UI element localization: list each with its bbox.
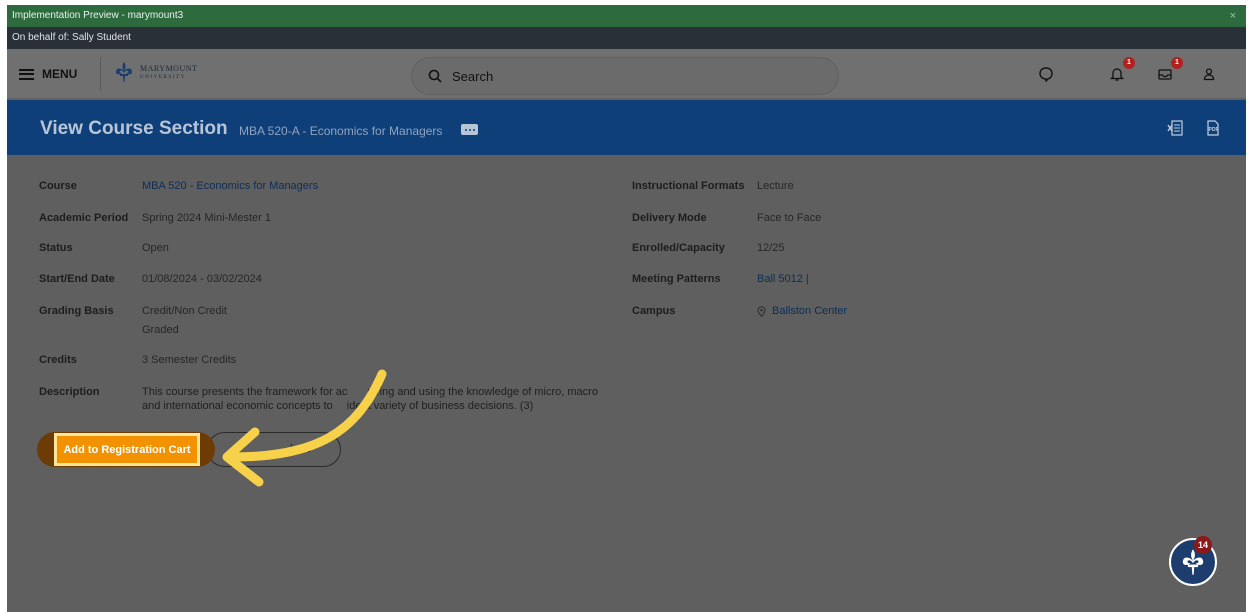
notifications-badge: 1 xyxy=(1123,57,1135,69)
svg-text:PDF: PDF xyxy=(1209,127,1219,133)
assistant-badge: 14 xyxy=(1194,536,1212,554)
description-label: Description xyxy=(39,386,100,398)
credits-label: Credits xyxy=(39,354,77,366)
hamburger-icon xyxy=(19,68,34,80)
fleur-de-lis-icon xyxy=(116,62,132,82)
search-icon xyxy=(428,69,442,83)
notifications-icon[interactable]: 1 xyxy=(1105,57,1135,86)
instructional-formats-value: Lecture xyxy=(757,180,794,192)
highlight-arrow xyxy=(222,369,387,487)
page-subtitle: MBA 520-A - Economics for Managers xyxy=(239,124,443,138)
nav-divider xyxy=(100,57,101,91)
university-logo[interactable]: MARYMOUNT UNIVERSITY xyxy=(114,61,197,83)
campus-link[interactable]: Ballston Center xyxy=(757,304,847,318)
export-excel-icon[interactable] xyxy=(1166,119,1184,137)
add-to-registration-cart-button[interactable]: Add to Registration Cart xyxy=(54,433,200,466)
proxy-text: On behalf of: Sally Student xyxy=(12,32,131,43)
logo-text-primary: MARYMOUNT xyxy=(140,63,198,73)
environment-title: Implementation Preview - marymount3 xyxy=(12,10,184,21)
academic-period-label: Academic Period xyxy=(39,212,129,224)
chat-icon[interactable] xyxy=(1034,62,1058,86)
enrolled-capacity-label: Enrolled/Capacity xyxy=(632,242,725,254)
export-pdf-icon[interactable]: PDF xyxy=(1204,119,1222,137)
related-actions-icon[interactable] xyxy=(461,124,478,135)
close-icon[interactable]: × xyxy=(1230,5,1236,27)
location-pin-icon xyxy=(757,305,766,317)
search-placeholder: Search xyxy=(452,68,494,84)
dates-value: 01/08/2024 - 03/02/2024 xyxy=(142,273,262,285)
delivery-mode-label: Delivery Mode xyxy=(632,212,707,224)
search-input[interactable]: Search xyxy=(411,57,839,95)
menu-button[interactable]: MENU xyxy=(14,49,99,99)
course-label: Course xyxy=(39,180,77,192)
grading-basis-value: Credit/Non Credit xyxy=(142,305,227,317)
dates-label: Start/End Date xyxy=(39,273,115,285)
course-link[interactable]: MBA 520 - Economics for Managers xyxy=(142,179,318,193)
campus-label: Campus xyxy=(632,305,676,317)
instructional-formats-label: Instructional Formats xyxy=(632,180,745,192)
proxy-banner: On behalf of: Sally Student xyxy=(7,27,1246,49)
grading-basis-value-2: Graded xyxy=(142,324,179,336)
profile-icon[interactable] xyxy=(1197,62,1221,86)
meeting-patterns-label: Meeting Patterns xyxy=(632,273,721,285)
inbox-badge: 1 xyxy=(1171,57,1183,69)
description-line: uiring and using the knowledge of micro,… xyxy=(367,386,598,398)
academic-period-value: Spring 2024 Mini-Mester 1 xyxy=(142,212,272,224)
environment-banner: Implementation Preview - marymount3 × xyxy=(7,5,1246,27)
logo-text-secondary: UNIVERSITY xyxy=(140,74,186,80)
enrolled-capacity-value: 12/25 xyxy=(757,242,785,254)
status-value: Open xyxy=(142,242,169,254)
menu-label: MENU xyxy=(42,67,78,81)
inbox-icon[interactable]: 1 xyxy=(1153,57,1183,86)
page-title: View Course Section xyxy=(40,118,228,139)
meeting-patterns-link[interactable]: Ball 5012 | xyxy=(757,272,809,286)
top-navigation: MENU MARYMOUNT UNIVERSITY Search 1 1 xyxy=(7,49,1246,99)
grading-basis-label: Grading Basis xyxy=(39,305,114,317)
campus-value: Ballston Center xyxy=(772,305,848,317)
delivery-mode-value: Face to Face xyxy=(757,212,822,224)
app-window: Implementation Preview - marymount3 × On… xyxy=(7,5,1246,612)
status-label: Status xyxy=(39,242,73,254)
